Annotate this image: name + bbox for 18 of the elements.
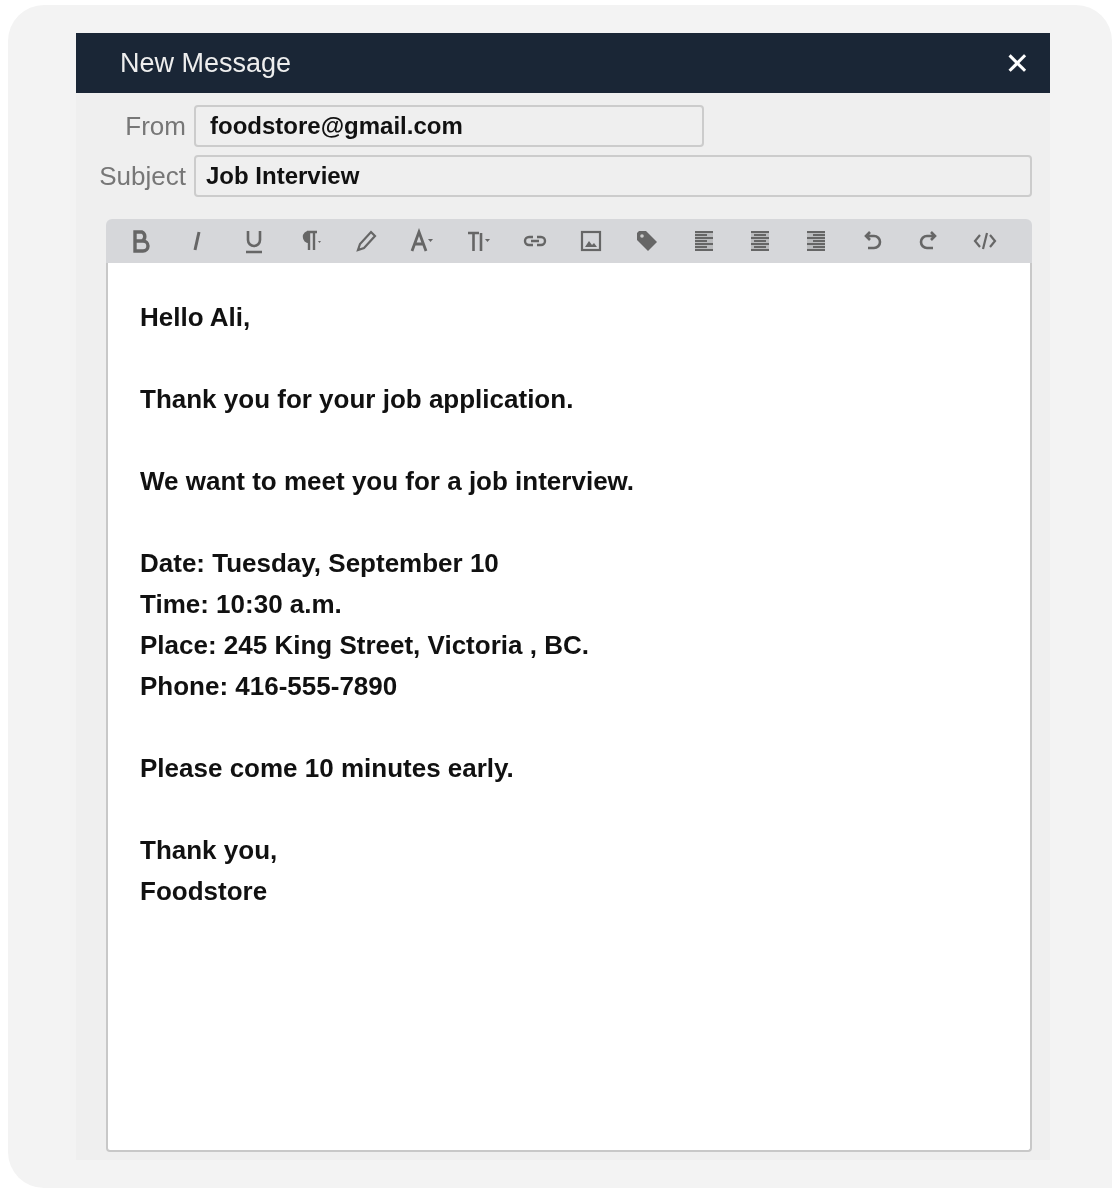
message-text: Please come 10 minutes early.: [140, 752, 515, 785]
message-text: Foodstore: [140, 875, 269, 908]
message-text: Thank you for your job application.: [140, 383, 575, 416]
field-label: Subject: [98, 160, 186, 192]
subject-field[interactable]: Job Interview: [194, 155, 1032, 197]
message-text: Thank you,: [140, 834, 279, 867]
font-size-icon[interactable]: [409, 228, 436, 254]
message-body[interactable]: [106, 263, 1032, 1152]
message-text: Time: 10:30 a.m.: [140, 588, 343, 621]
message-text: Place: 245 King Street, Victoria , BC.: [140, 629, 590, 662]
message-text: Hello Ali,: [140, 301, 252, 334]
from-field[interactable]: foodstore@gmail.com: [194, 105, 704, 147]
close-button[interactable]: ✕: [1004, 45, 1030, 81]
message-text: We want to meet you for a job interview.: [140, 465, 636, 498]
window-title: New Message: [120, 47, 292, 79]
message-text: Date: Tuesday, September 10: [140, 547, 500, 580]
field-label: From: [124, 110, 186, 142]
message-text: Phone: 416-555-7890: [140, 670, 399, 703]
